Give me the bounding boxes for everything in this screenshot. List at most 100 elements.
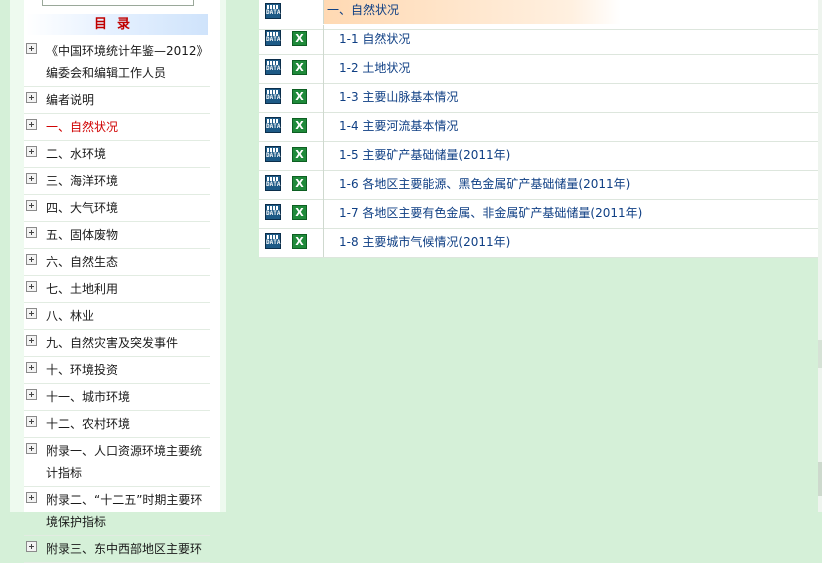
toc-item-label: 一、自然状况 xyxy=(46,120,119,134)
excel-icon[interactable]: X xyxy=(292,176,307,191)
expand-plus-icon[interactable] xyxy=(26,92,37,103)
row-icons: DATA X xyxy=(259,112,323,141)
data-icon-text: DATA xyxy=(266,123,281,130)
data-icon-text: DATA xyxy=(266,210,281,217)
data-file-icon[interactable]: DATA xyxy=(265,3,281,19)
toc-item[interactable]: 十二、农村环境 xyxy=(24,411,210,438)
expand-plus-icon[interactable] xyxy=(26,227,37,238)
data-file-icon[interactable]: DATA xyxy=(265,204,281,220)
expand-plus-icon[interactable] xyxy=(26,443,37,454)
table-link[interactable]: 1-3 主要山脉基本情况 xyxy=(323,83,819,112)
toc-item-label: 七、土地利用 xyxy=(46,282,119,296)
table-link[interactable]: 1-5 主要矿产基础储量(2011年) xyxy=(323,141,819,170)
expand-plus-icon[interactable] xyxy=(26,416,37,427)
data-file-icon[interactable]: DATA xyxy=(265,175,281,191)
toc-item[interactable]: 编者说明 xyxy=(24,87,210,114)
toc-item[interactable]: 七、土地利用 xyxy=(24,276,210,303)
excel-icon[interactable]: X xyxy=(292,205,307,220)
expand-plus-icon[interactable] xyxy=(26,146,37,157)
toc-item-label: 编者说明 xyxy=(46,93,95,107)
row-icons: DATA X xyxy=(259,199,323,228)
data-file-icon[interactable]: DATA xyxy=(265,233,281,249)
toc-item-label: 附录二、“十二五”时期主要环境保护指标 xyxy=(46,493,203,529)
table-row: DATA X 1-1 自然状况 xyxy=(259,25,819,55)
expand-plus-icon[interactable] xyxy=(26,200,37,211)
excel-icon[interactable]: X xyxy=(292,118,307,133)
table-link[interactable]: 1-6 各地区主要能源、黑色金属矿产基础储量(2011年) xyxy=(323,170,819,199)
row-icons: DATA X xyxy=(259,83,323,112)
search-input[interactable] xyxy=(42,0,194,6)
table-row: DATA X 1-4 主要河流基本情况 xyxy=(259,112,819,142)
data-file-icon[interactable]: DATA xyxy=(265,88,281,104)
toc-item-label: 四、大气环境 xyxy=(46,201,119,215)
table-link[interactable]: 1-4 主要河流基本情况 xyxy=(323,112,819,141)
toc-item[interactable]: 八、林业 xyxy=(24,303,210,330)
vertical-scrollbar[interactable] xyxy=(818,0,822,512)
excel-icon[interactable]: X xyxy=(292,234,307,249)
expand-plus-icon[interactable] xyxy=(26,173,37,184)
data-icon-text: DATA xyxy=(266,94,281,101)
toc-item[interactable]: 附录一、人口资源环境主要统计指标 xyxy=(24,438,210,487)
toc-item-label: 《中国环境统计年鉴—2012》编委会和编辑工作人员 xyxy=(46,44,203,80)
expand-plus-icon[interactable] xyxy=(26,492,37,503)
data-icon-text: DATA xyxy=(266,65,281,72)
expand-plus-icon[interactable] xyxy=(26,308,37,319)
data-file-icon[interactable]: DATA xyxy=(265,59,281,75)
toc-list: 《中国环境统计年鉴—2012》编委会和编辑工作人员编者说明一、自然状况 二、水环境… xyxy=(24,38,210,563)
expand-plus-icon[interactable] xyxy=(26,389,37,400)
excel-icon[interactable]: X xyxy=(292,89,307,104)
expand-plus-icon[interactable] xyxy=(26,335,37,346)
row-icons: DATA xyxy=(259,0,323,24)
toc-item[interactable]: 附录三、东中西部地区主要环 xyxy=(24,536,210,563)
toc-item-label: 八、林业 xyxy=(46,309,95,323)
table-row: DATA X 1-6 各地区主要能源、黑色金属矿产基础储量(2011年) xyxy=(259,170,819,200)
expand-plus-icon[interactable] xyxy=(26,119,37,130)
excel-icon[interactable]: X xyxy=(292,60,307,75)
table-row: DATA X 1-8 主要城市气候情况(2011年) xyxy=(259,228,819,258)
data-icon-text: DATA xyxy=(266,239,281,246)
expand-plus-icon[interactable] xyxy=(26,541,37,552)
toc-item-label: 二、水环境 xyxy=(46,147,107,161)
table-row: DATA X 1-2 土地状况 xyxy=(259,54,819,84)
data-icon-text: DATA xyxy=(266,181,281,188)
toc-item[interactable]: 十、环境投资 xyxy=(24,357,210,384)
expand-plus-icon[interactable] xyxy=(26,362,37,373)
table-link[interactable]: 1-8 主要城市气候情况(2011年) xyxy=(323,228,819,257)
row-icons: DATA X xyxy=(259,25,323,54)
toc-item[interactable]: 《中国环境统计年鉴—2012》编委会和编辑工作人员 xyxy=(24,38,210,87)
scrollbar-segment xyxy=(818,340,822,368)
data-file-icon[interactable]: DATA xyxy=(265,146,281,162)
section-title[interactable]: 一、自然状况 xyxy=(323,0,819,24)
table-link[interactable]: 1-7 各地区主要有色金属、非金属矿产基础储量(2011年) xyxy=(323,199,819,228)
expand-plus-icon[interactable] xyxy=(26,281,37,292)
table-link[interactable]: 1-1 自然状况 xyxy=(323,25,819,54)
toc-item[interactable]: 五、固体废物 xyxy=(24,222,210,249)
expand-plus-icon[interactable] xyxy=(26,43,37,54)
toc-item[interactable]: 六、自然生态 xyxy=(24,249,210,276)
toc-item-label: 三、海洋环境 xyxy=(46,174,119,188)
toc-sidebar: 目录 《中国环境统计年鉴—2012》编委会和编辑工作人员 编者说明 一、自然状况 二、… xyxy=(24,0,220,563)
excel-icon[interactable]: X xyxy=(292,31,307,46)
expand-plus-icon[interactable] xyxy=(26,254,37,265)
row-icons: DATA X xyxy=(259,141,323,170)
row-icons: DATA X xyxy=(259,228,323,257)
toc-item[interactable]: 四、大气环境 xyxy=(24,195,210,222)
data-icon-text: DATA xyxy=(266,9,281,16)
toc-item[interactable]: 二、水环境 xyxy=(24,141,210,168)
toc-item-label: 十二、农村环境 xyxy=(46,417,131,431)
sidebar-panel: 目录 《中国环境统计年鉴—2012》编委会和编辑工作人员 编者说明 一、自然状况 二、… xyxy=(10,0,226,563)
excel-icon[interactable]: X xyxy=(292,147,307,162)
row-icons: DATA X xyxy=(259,54,323,83)
toc-item[interactable]: 十一、城市环境 xyxy=(24,384,210,411)
toc-item[interactable]: 一、自然状况 xyxy=(24,114,210,141)
toc-item[interactable]: 九、自然灾害及突发事件 xyxy=(24,330,210,357)
toc-item-label: 十、环境投资 xyxy=(46,363,119,377)
toc-item-label: 附录三、东中西部地区主要环 xyxy=(46,542,203,556)
data-file-icon[interactable]: DATA xyxy=(265,117,281,133)
toc-item[interactable]: 三、海洋环境 xyxy=(24,168,210,195)
table-link[interactable]: 1-2 土地状况 xyxy=(323,54,819,83)
data-icon-text: DATA xyxy=(266,36,281,43)
table-row: DATA X 1-7 各地区主要有色金属、非金属矿产基础储量(2011年) xyxy=(259,199,819,229)
table-panel: DATA 一、自然状况 DATA X 1-1 自然状况 DATA X 1-2 土地状况 DATA… xyxy=(259,0,819,258)
data-file-icon[interactable]: DATA xyxy=(265,30,281,46)
